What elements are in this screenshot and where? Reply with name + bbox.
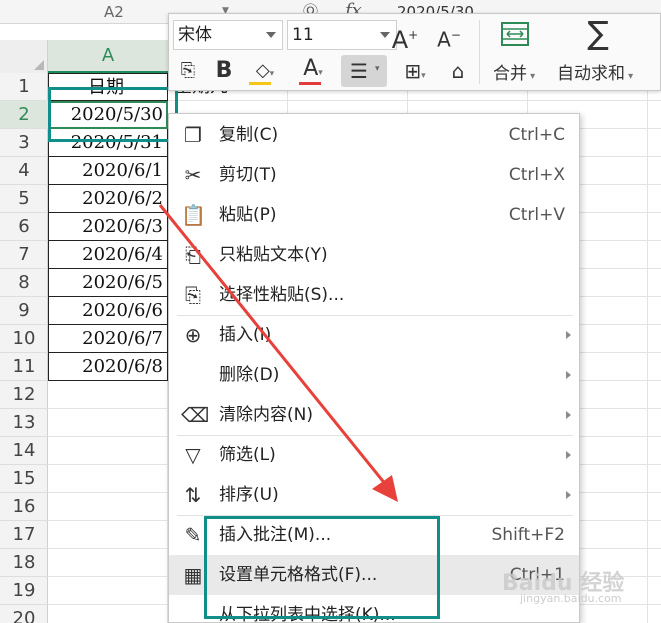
watermark-url: jingyan.baidu.com (520, 592, 622, 605)
annotation-arrow-icon (158, 204, 398, 502)
